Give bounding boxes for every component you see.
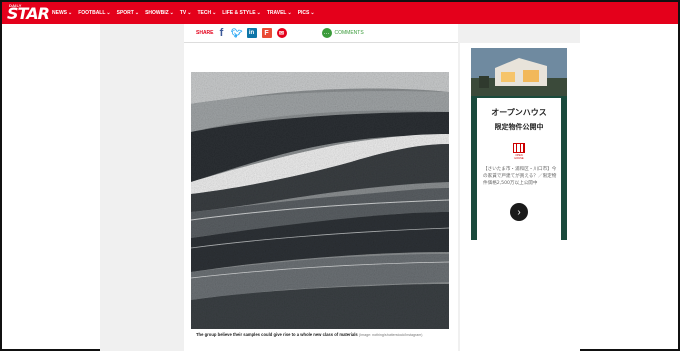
linkedin-icon[interactable]: in [246,28,257,38]
chevron-down-icon: ⌄ [134,10,140,16]
open-house-logo-mark [513,143,525,153]
facebook-icon[interactable]: f [217,27,227,39]
comments-label: COMMENTS [334,30,364,36]
chevron-down-icon: ⌄ [187,10,192,16]
ad-body-text: 【さいたま市・浦和区・川口市】今の家賃で戸建てが買える？／限定物件価格2,500… [483,167,557,186]
nav-item-pics[interactable]: PICS ⌄ [298,10,315,16]
nav-label: FOOTBALL [78,10,106,16]
nav-label: TECH [197,10,212,16]
top-navigation-bar: DAILY STAR NEWS ⌄ FOOTBALL ⌄ SPORT ⌄ SHOWBI… [2,2,678,24]
nav-menu: NEWS ⌄ FOOTBALL ⌄ SPORT ⌄ SHOWBIZ ⌄ TV ⌄ TECH… [52,10,321,16]
daily-star-logo[interactable]: DAILY STAR [6,2,50,24]
nav-item-tech[interactable]: TECH ⌄ [197,10,216,16]
nav-label: TV [179,10,187,16]
ad-title-line1: オープンハウス [491,108,547,117]
nav-label: LIFE & STYLE [222,10,256,16]
chevron-down-icon: ⌄ [169,10,174,16]
advertisement[interactable]: オープンハウス 限定物件公開中 OPEN HOUSE 【さいたま市・浦和区・川口… [471,48,567,240]
ad-card: オープンハウス 限定物件公開中 OPEN HOUSE 【さいたま市・浦和区・川口… [477,98,561,240]
email-icon[interactable]: ✉ [276,28,287,38]
house-photo [471,48,567,96]
flipboard-icon[interactable]: F [261,28,272,38]
twitter-icon[interactable]: 🐦︎ [231,28,242,38]
chevron-down-icon: ⌄ [212,10,217,16]
nav-item-life-style[interactable]: LIFE & STYLE ⌄ [222,10,261,16]
article-image [191,72,449,329]
open-house-logo-text: OPEN HOUSE [514,154,524,160]
chevron-down-icon: ⌄ [310,10,315,16]
nav-item-sport[interactable]: SPORT ⌄ [117,10,139,16]
nav-label: SHOWBIZ [145,10,169,16]
nav-item-football[interactable]: FOOTBALL ⌄ [78,10,110,16]
share-bar: SHARE f 🐦︎ in F ✉ … COMMENTS [184,24,458,43]
image-credit: (Image: nothing/shutterstock/Instagram) [358,333,423,337]
nav-label: SPORT [116,10,134,16]
nav-item-showbiz[interactable]: SHOWBIZ ⌄ [145,10,174,16]
caption-text: The group believe their samples could gi… [196,332,358,337]
open-house-logo: OPEN HOUSE [513,143,525,161]
share-label: SHARE [196,30,214,36]
comments-button[interactable]: … COMMENTS [321,28,364,38]
ad-title-line2: 限定物件公開中 [494,123,544,131]
nav-label: PICS [297,10,310,16]
nav-label: TRAVEL [266,10,287,16]
nav-item-news[interactable]: NEWS ⌄ [52,10,72,16]
nav-item-tv[interactable]: TV ⌄ [180,10,192,16]
chevron-down-icon: ⌄ [106,10,111,16]
rock-strata-image [191,72,449,329]
chevron-down-icon: ⌄ [287,10,292,16]
comment-bubble-icon: … [321,28,332,38]
nav-label: NEWS [52,10,67,16]
chevron-right-icon[interactable]: › [510,203,528,221]
logo-star-text: STAR [7,4,50,23]
chevron-down-icon: ⌄ [68,10,73,16]
nav-item-travel[interactable]: TRAVEL ⌄ [267,10,292,16]
image-caption: The group believe their samples could gi… [196,332,446,338]
chevron-down-icon: ⌄ [256,10,261,16]
